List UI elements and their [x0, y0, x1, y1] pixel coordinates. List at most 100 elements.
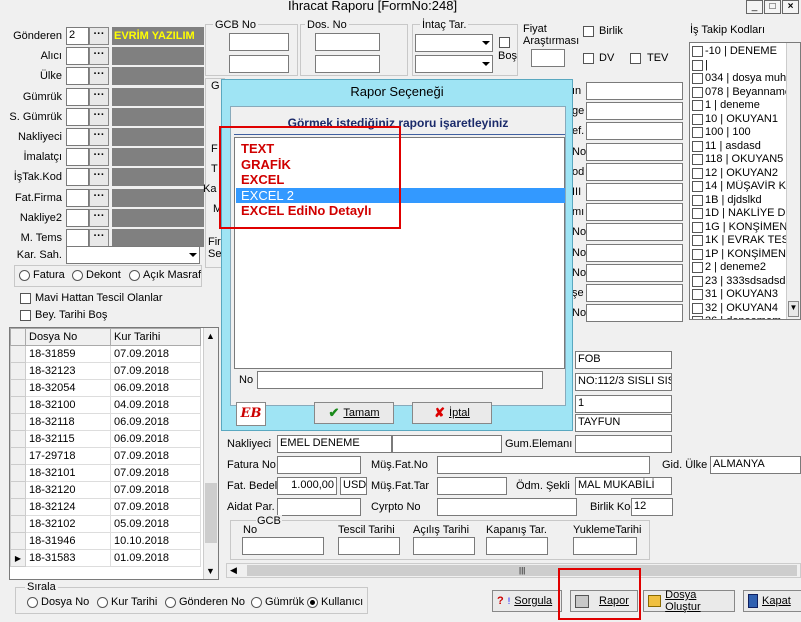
is-takip-checkbox[interactable]	[692, 154, 703, 166]
dekont-radio[interactable]	[72, 270, 83, 281]
table-row[interactable]: 18-32115 06.09.2018	[10, 430, 201, 448]
left-field-code-input[interactable]	[66, 47, 89, 66]
is-takip-item[interactable]: 32 | OKUYAN4	[692, 302, 787, 316]
partial-field[interactable]	[586, 243, 683, 262]
is-takip-checkbox[interactable]	[692, 235, 703, 247]
gcb-yukleme-field[interactable]	[573, 537, 637, 555]
sirala-radio[interactable]	[251, 597, 262, 608]
is-takip-item[interactable]: 2 | deneme2	[692, 261, 787, 275]
left-field-code-input[interactable]	[66, 67, 89, 86]
kapat-button[interactable]: Kapat	[743, 590, 801, 612]
mus-fat-tar-field[interactable]	[437, 477, 507, 495]
partial-field[interactable]	[586, 304, 683, 323]
scroll-left-icon[interactable]: ◀	[230, 565, 237, 576]
col-header-dosya-no[interactable]: Dosya No	[25, 328, 111, 346]
is-takip-checkbox[interactable]	[692, 127, 703, 139]
is-takip-checkbox[interactable]	[692, 248, 703, 260]
sirala-radio[interactable]	[97, 597, 108, 608]
is-takip-checkbox[interactable]	[692, 86, 703, 98]
partial-field[interactable]	[586, 162, 683, 181]
partial-field[interactable]	[586, 263, 683, 282]
left-field-code-input[interactable]	[66, 229, 89, 247]
dosya-olustur-button[interactable]: Dosya Oluştur	[643, 589, 735, 613]
intac-tar-start-input[interactable]	[415, 34, 493, 52]
is-takip-item[interactable]: 10 | OKUYAN1	[692, 113, 787, 127]
is-takip-checkbox[interactable]	[692, 289, 703, 301]
acik-masraf-radio[interactable]	[129, 270, 140, 281]
fat-bedeli-field[interactable]: 1.000,00	[277, 477, 337, 495]
partial-field[interactable]	[586, 183, 683, 201]
mavi-hat-checkbox[interactable]	[20, 293, 31, 304]
kar-sah-select[interactable]	[66, 246, 200, 264]
left-field-code-input[interactable]	[66, 128, 89, 146]
is-takip-item[interactable]: -10 | DENEME	[692, 45, 787, 59]
is-takip-checkbox[interactable]	[692, 140, 703, 152]
is-takip-checkbox[interactable]	[692, 167, 703, 179]
birlik-kodu-field[interactable]: 12	[631, 498, 673, 516]
lookup-button[interactable]: ···	[89, 87, 109, 106]
is-takip-checkbox[interactable]	[692, 73, 703, 85]
partial-field[interactable]	[586, 82, 683, 100]
is-takip-item[interactable]: 1D | NAKLİYE DE	[692, 207, 787, 221]
left-field-code-input[interactable]	[66, 208, 89, 227]
lookup-button[interactable]: ···	[89, 208, 109, 227]
intac-tar-end-input[interactable]	[415, 55, 493, 73]
col-header-kur-tarihi[interactable]: Kur Tarihi	[110, 328, 201, 346]
partial-field[interactable]	[586, 223, 683, 242]
lookup-button[interactable]: ···	[89, 229, 109, 247]
scroll-down-icon[interactable]: ▼	[788, 301, 799, 317]
lookup-button[interactable]: ···	[89, 168, 109, 187]
dv-checkbox[interactable]	[583, 53, 594, 64]
is-takip-item[interactable]: 1K | EVRAK TESL	[692, 234, 787, 248]
partial-field[interactable]	[586, 203, 683, 222]
tev-checkbox[interactable]	[630, 53, 641, 64]
lookup-button[interactable]: ···	[89, 107, 109, 126]
one-field[interactable]: 1	[575, 395, 672, 413]
odm-sekli-field[interactable]: MAL MUKABİLİ	[575, 477, 672, 495]
table-row[interactable]: 18-32100 04.09.2018	[10, 396, 201, 414]
fatura-radio[interactable]	[19, 270, 30, 281]
is-takip-item[interactable]: 034 | dosya muha	[692, 72, 787, 86]
fob-field[interactable]: FOB	[575, 351, 672, 369]
partial-field[interactable]	[586, 284, 683, 302]
is-takip-item[interactable]: |	[692, 59, 787, 73]
is-takip-item[interactable]: 1P | KONŞİMENT	[692, 248, 787, 262]
is-takip-item[interactable]: 36 | deneemem	[692, 315, 787, 319]
is-takip-item[interactable]: 1B | djdslkd	[692, 194, 787, 208]
currency-field[interactable]: USD	[340, 477, 367, 495]
is-takip-list[interactable]: -10 | DENEME | 034 | dosya muha 078 | Beyan…	[689, 42, 801, 320]
is-takip-checkbox[interactable]	[692, 262, 703, 274]
gcb-acilis-field[interactable]	[413, 537, 475, 555]
dosya-grid[interactable]: Dosya No Kur Tarihi 18-31859 07.09.2018 …	[9, 327, 219, 580]
is-takip-checkbox[interactable]	[692, 302, 703, 314]
is-takip-item[interactable]: 078 | Beyanname	[692, 86, 787, 100]
left-field-code-input[interactable]	[66, 87, 89, 106]
is-takip-checkbox[interactable]	[692, 208, 703, 220]
address-field[interactable]: NO:112/3 SISLI SIS	[575, 373, 672, 391]
gcb-tescil-field[interactable]	[338, 537, 400, 555]
gcb-no-start-input[interactable]	[229, 33, 289, 51]
dos-no-start-input[interactable]	[315, 33, 380, 51]
fiyat-arastirmasi-input[interactable]	[531, 49, 565, 67]
is-takip-checkbox[interactable]	[692, 46, 703, 58]
partial-field[interactable]	[586, 142, 683, 161]
is-takip-item[interactable]: 118 | OKUYAN5	[692, 153, 787, 167]
table-row[interactable]: 18-32118 06.09.2018	[10, 413, 201, 431]
partial-field[interactable]	[586, 102, 683, 121]
lookup-button[interactable]: ···	[89, 128, 109, 146]
lookup-button[interactable]: ···	[89, 47, 109, 66]
gcb-no-field[interactable]	[242, 537, 324, 555]
is-takip-item[interactable]: 1G | KONŞİMENT	[692, 221, 787, 235]
scroll-up-icon[interactable]: ▲	[206, 331, 215, 341]
left-field-code-input[interactable]	[66, 188, 89, 207]
is-takip-item[interactable]: 14 | MÜŞAVİR KO	[692, 180, 787, 194]
sirala-radio[interactable]	[307, 597, 318, 608]
is-takip-item[interactable]: 11 | asdasd	[692, 140, 787, 154]
bos-checkbox[interactable]	[499, 37, 510, 48]
tamam-button[interactable]: ✔ Tamam	[314, 402, 394, 424]
lookup-button[interactable]: ···	[89, 188, 109, 207]
dos-no-end-input[interactable]	[315, 55, 380, 73]
is-takip-item[interactable]: 31 | OKUYAN3	[692, 288, 787, 302]
gum-elemani-field[interactable]	[575, 435, 672, 453]
is-takip-checkbox[interactable]	[692, 194, 703, 206]
